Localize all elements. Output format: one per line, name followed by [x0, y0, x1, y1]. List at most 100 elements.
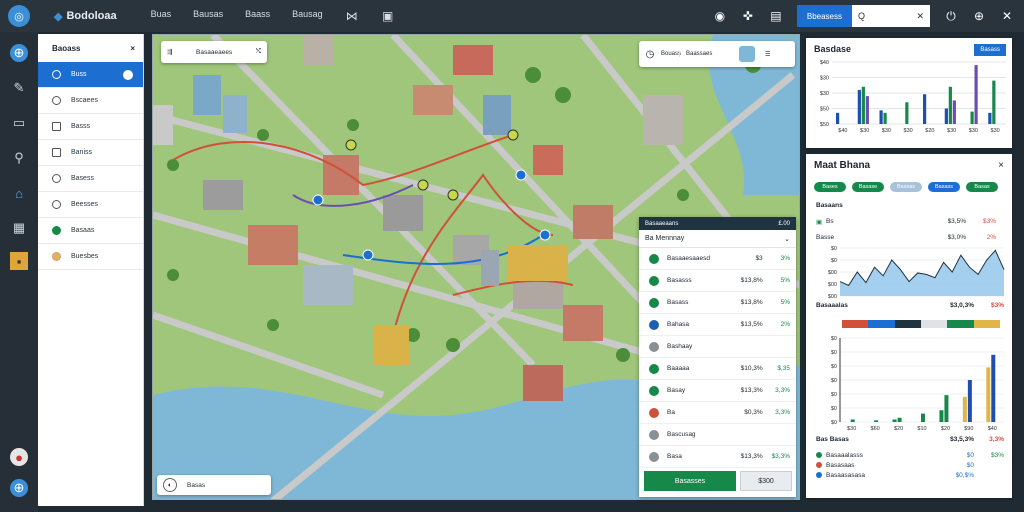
result-percent: 5%	[780, 277, 790, 284]
nav-item-1[interactable]: Buas	[151, 9, 172, 23]
bar	[897, 417, 902, 422]
toggle-icon[interactable]	[123, 69, 133, 80]
logo-icon: ◆	[54, 10, 63, 23]
layer-item-1[interactable]: Buss	[38, 62, 143, 88]
filter-chip[interactable]: Basase	[852, 182, 884, 192]
landmark	[508, 245, 568, 281]
result-row[interactable]: Bahasa $13,5% 2%	[639, 314, 796, 336]
result-percent: 3%	[780, 255, 790, 262]
filter-chip[interactable]: Bassas	[890, 182, 922, 192]
layer-item-2[interactable]: Bscaees	[38, 88, 143, 114]
layer-icon	[52, 148, 61, 157]
bar	[970, 111, 974, 124]
result-percent: $,35	[777, 365, 790, 372]
y-tick-label: $00	[828, 294, 837, 300]
key-icon[interactable]: ⚲	[10, 149, 28, 167]
user-icon[interactable]: ●	[10, 448, 28, 466]
layers-header: Baoass ×	[38, 34, 143, 62]
summary-button[interactable]: Basass	[974, 44, 1006, 56]
layer-item-4[interactable]: Baniss	[38, 140, 143, 166]
result-row[interactable]: Basasss $13,8% 5%	[639, 270, 796, 292]
grid-icon[interactable]: ▦	[10, 219, 28, 237]
close-icon[interactable]: ×	[130, 44, 135, 53]
globe-icon-2[interactable]: ⊕	[10, 479, 28, 497]
note-icon[interactable]: ▪	[10, 252, 28, 270]
filter-chip[interactable]: Basas	[966, 182, 998, 192]
go-button[interactable]: Basasses	[644, 471, 736, 491]
primary-button[interactable]: Bbeasess	[796, 5, 852, 27]
route-info: Bouass	[661, 51, 682, 57]
layer-item-5[interactable]: Basess	[38, 166, 143, 192]
layer-thumb-icon[interactable]	[739, 46, 755, 62]
y-tick-label: $0	[831, 378, 837, 384]
y-tick-label: $00	[828, 282, 837, 288]
footer-row-icon	[816, 452, 822, 458]
result-icon	[649, 253, 659, 264]
result-percent: 3,3%	[775, 387, 790, 394]
globe-icon[interactable]: ◎	[8, 5, 30, 27]
result-row[interactable]: Bashaay	[639, 336, 796, 358]
layer-item-3[interactable]: Basss	[38, 114, 143, 140]
result-row[interactable]: Baaaaa $10,3% $,35	[639, 358, 796, 380]
result-row[interactable]: Basaaesaaesd $3 3%	[639, 248, 796, 270]
stack-segment	[868, 320, 895, 328]
nav-item-3[interactable]: Baass	[245, 9, 270, 23]
result-value: $0,3%	[744, 409, 763, 416]
alt-button[interactable]: $300	[740, 471, 792, 491]
compass-icon[interactable]: ◉	[713, 9, 727, 23]
direction-icon[interactable]: ⋈	[345, 9, 359, 23]
pen-icon[interactable]: ✎	[10, 79, 28, 97]
tower	[481, 250, 499, 286]
power-icon[interactable]: ⏻	[944, 9, 958, 23]
bar	[967, 380, 972, 422]
route-info-card[interactable]: ◷ Bouass Baassaes ☰	[639, 41, 795, 67]
result-row[interactable]: Basa $13,3% $3,3%	[639, 446, 796, 468]
layer-icon	[52, 226, 61, 235]
x-tick-label: $20	[925, 128, 934, 134]
directions-card[interactable]: ⇶ Basaaeaees ⤭	[161, 41, 267, 63]
route-meta: Baassaes	[679, 51, 739, 57]
x-tick-label: $20	[941, 426, 950, 432]
y-tick-label: $50	[820, 107, 829, 113]
close-icon[interactable]: ×	[998, 160, 1004, 171]
summary-title: Basdase	[814, 44, 852, 54]
result-icon	[649, 385, 659, 396]
layer-item-8[interactable]: Buesbes	[38, 244, 143, 270]
nav-item-2[interactable]: Bausas	[193, 9, 223, 23]
close-icon[interactable]: ✕	[916, 11, 924, 22]
layer-item-6[interactable]: Beesses	[38, 192, 143, 218]
result-row[interactable]: Basay $13,3% 3,3%	[639, 380, 796, 402]
puzzle-icon[interactable]: ✜	[741, 9, 755, 23]
chart-icon[interactable]: ▭	[10, 114, 28, 132]
basemap-card[interactable]: ◐ Basas	[157, 475, 271, 495]
result-icon	[649, 319, 659, 330]
chevron-down-icon[interactable]: ⌄	[784, 235, 790, 243]
swap-icon[interactable]: ⤭	[256, 48, 261, 56]
y-tick-label: $30	[820, 76, 829, 82]
footer-row: Basaaalasss $0 $3%	[816, 450, 1004, 460]
bar	[944, 108, 948, 124]
clock-icon: ◷	[645, 48, 655, 60]
result-name: Bascusag	[667, 431, 696, 438]
plus-icon[interactable]: ⊕	[972, 9, 986, 23]
result-name: Ba	[667, 409, 675, 416]
filter-chip[interactable]: Basass	[928, 182, 960, 192]
doc-icon[interactable]: ▤	[769, 9, 783, 23]
result-row[interactable]: Ba $0,3% 3,3%	[639, 402, 796, 424]
bar	[992, 80, 996, 124]
brand[interactable]: ◆ Bodoloaa	[54, 10, 117, 23]
result-row[interactable]: Bascusag	[639, 424, 796, 446]
filter-chip[interactable]: Bases	[814, 182, 846, 192]
result-row[interactable]: Basass $13,8% 5%	[639, 292, 796, 314]
org-icon[interactable]: ⌂	[10, 184, 28, 202]
nav-item-4[interactable]: Bausag	[292, 9, 323, 23]
bookmark-icon[interactable]: ▣	[381, 9, 395, 23]
globe-icon[interactable]: ⊕	[10, 44, 28, 62]
layer-item-7[interactable]: Basaas	[38, 218, 143, 244]
search-input[interactable]: Q ✕	[852, 5, 930, 27]
results-panel: Basaaeaans £.00 Ba Mennnay ⌄ Basaaesaaes…	[639, 217, 796, 497]
menu-icon[interactable]: ☰	[765, 51, 770, 58]
result-value: $10,3%	[740, 365, 763, 372]
close-window-icon[interactable]: ✕	[1000, 9, 1014, 23]
y-tick-label: $00	[828, 270, 837, 276]
